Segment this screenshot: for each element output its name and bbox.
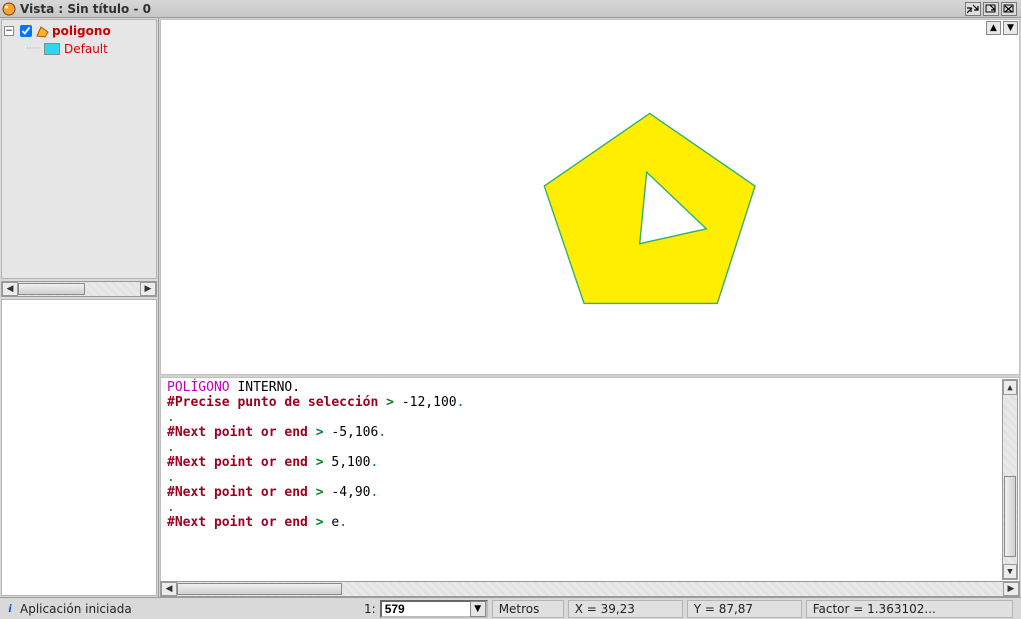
left-lower-pane	[1, 299, 157, 596]
console-output[interactable]: POLÍGONO INTERNO.#Precise punto de selec…	[160, 377, 1020, 581]
zoom-factor-cell: Factor = 1.363102...	[806, 600, 1013, 618]
scroll-right-icon[interactable]: ▶	[140, 282, 156, 296]
legend-label: Default	[64, 42, 108, 56]
console-line: .	[167, 470, 1013, 485]
info-icon: i	[4, 601, 16, 616]
layer-row[interactable]: − poligono	[4, 22, 154, 40]
scroll-left-icon[interactable]: ◀	[161, 582, 177, 596]
console-hscrollbar[interactable]: ◀ ▶	[160, 581, 1020, 597]
left-panel: − poligono ····· Default ◀ ▶	[0, 18, 159, 597]
console-line: #Precise punto de selección > -12,100.	[167, 395, 1013, 410]
console-line: .	[167, 440, 1013, 455]
scroll-up-icon[interactable]: ▲	[1003, 380, 1017, 395]
scroll-right-icon[interactable]: ▶	[1003, 582, 1019, 596]
coord-x-cell: X = 39,23	[568, 600, 683, 618]
window-titlebar: Vista : Sin título - 0	[0, 0, 1021, 18]
window-close-button[interactable]	[1001, 2, 1017, 16]
panel-scroll-down-button[interactable]: ▼	[1003, 21, 1018, 35]
console-line: #Next point or end > -4,90.	[167, 485, 1013, 500]
command-console[interactable]: POLÍGONO INTERNO.#Precise punto de selec…	[160, 377, 1020, 597]
status-message: Aplicación iniciada	[20, 602, 132, 616]
layer-tree-hscrollbar[interactable]: ◀ ▶	[1, 281, 157, 297]
scroll-down-icon[interactable]: ▼	[1003, 564, 1017, 579]
scale-control[interactable]: 1: ▼	[364, 600, 488, 618]
map-canvas[interactable]: ▲ ▼	[160, 19, 1020, 375]
scroll-track[interactable]	[18, 282, 140, 296]
tree-expander[interactable]: −	[4, 26, 14, 36]
console-line: .	[167, 410, 1013, 425]
layer-visibility-checkbox[interactable]	[20, 25, 32, 37]
status-bar: i Aplicación iniciada 1: ▼ Metros X = 39…	[0, 597, 1021, 619]
legend-color-swatch	[44, 43, 60, 55]
console-line: #Next point or end > e.	[167, 515, 1013, 530]
scroll-left-icon[interactable]: ◀	[2, 282, 18, 296]
console-line: .	[167, 500, 1013, 515]
panel-scroll-up-button[interactable]: ▲	[986, 21, 1001, 35]
console-vscrollbar[interactable]: ▲ ▼	[1002, 379, 1018, 580]
layer-legend-item[interactable]: ····· Default	[26, 40, 154, 58]
units-cell: Metros	[492, 600, 564, 618]
window-title: Vista : Sin título - 0	[20, 2, 963, 16]
tree-branch-icon: ·····	[26, 44, 44, 54]
coord-y-cell: Y = 87,87	[687, 600, 802, 618]
layer-tree[interactable]: − poligono ····· Default	[1, 19, 157, 279]
layer-polygon-icon	[35, 24, 49, 38]
window-minimize-button[interactable]	[965, 2, 981, 16]
layer-name: poligono	[52, 24, 111, 38]
console-line: POLÍGONO INTERNO.	[167, 380, 1013, 395]
console-line: #Next point or end > 5,100.	[167, 455, 1013, 470]
window-maximize-button[interactable]	[983, 2, 999, 16]
app-icon	[2, 2, 16, 16]
scale-label: 1:	[364, 602, 376, 616]
scale-dropdown-button[interactable]: ▼	[470, 601, 486, 617]
console-line: #Next point or end > -5,106.	[167, 425, 1013, 440]
scale-input[interactable]	[382, 602, 470, 616]
